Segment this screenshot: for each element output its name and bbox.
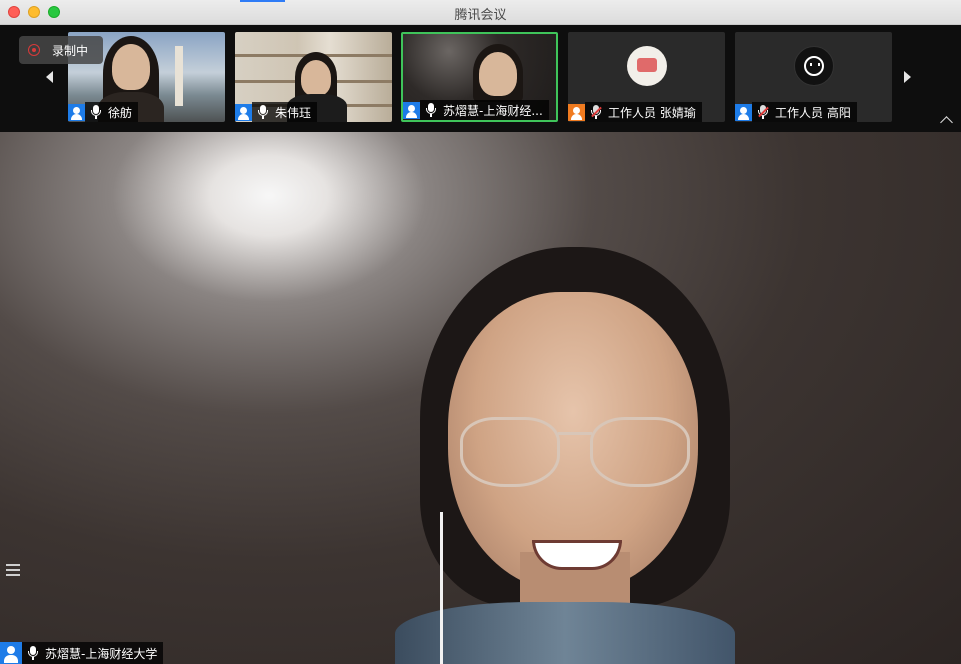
microphone-muted-icon bbox=[758, 105, 768, 119]
triangle-left-icon[interactable] bbox=[46, 71, 53, 83]
triangle-right-icon[interactable] bbox=[904, 71, 911, 83]
participant-tile[interactable]: 工作人员 张婧瑜 bbox=[568, 32, 725, 122]
glasses-bridge bbox=[558, 432, 592, 435]
participant-name: 苏熠慧-上海财经... bbox=[443, 103, 543, 118]
name-tag: 朱伟珏 bbox=[252, 102, 318, 122]
recording-badge[interactable]: 录制中 bbox=[19, 36, 103, 64]
glasses-lens bbox=[590, 417, 690, 487]
main-name-tag: 苏熠慧-上海财经大学 bbox=[0, 642, 164, 664]
microphone-icon bbox=[28, 646, 38, 660]
chevron-up-icon[interactable] bbox=[940, 116, 953, 129]
window-title-bar: 腾讯会议 bbox=[0, 0, 961, 25]
main-speaker-video: 苏熠慧-上海财经大学 bbox=[0, 132, 961, 664]
participant-tile[interactable]: 工作人员 高阳 bbox=[735, 32, 892, 122]
campanile-tower bbox=[175, 46, 183, 106]
user-icon bbox=[0, 642, 22, 664]
name-tag: 工作人员 高阳 bbox=[752, 102, 857, 122]
window-title: 腾讯会议 bbox=[454, 8, 507, 23]
name-tag: 苏熠慧-上海财经... bbox=[420, 100, 549, 120]
glasses-lens bbox=[460, 417, 560, 487]
cartoon-face-icon bbox=[804, 56, 824, 76]
participant-face bbox=[479, 52, 517, 96]
participant-name: 工作人员 高阳 bbox=[775, 105, 851, 120]
participant-name: 徐舫 bbox=[108, 105, 133, 120]
tile-footer: 朱伟珏 bbox=[235, 102, 318, 122]
record-icon bbox=[28, 44, 40, 56]
microphone-icon bbox=[426, 103, 436, 117]
microphone-muted-icon bbox=[591, 105, 601, 119]
participant-face bbox=[301, 60, 331, 96]
title-accent-bar bbox=[240, 0, 285, 2]
name-tag: 苏熠慧-上海财经大学 bbox=[22, 642, 164, 664]
participant-face bbox=[112, 44, 150, 90]
tile-footer: 工作人员 张婧瑜 bbox=[568, 102, 702, 122]
list-icon[interactable] bbox=[6, 563, 20, 577]
speaker-name: 苏熠慧-上海财经大学 bbox=[45, 646, 158, 661]
participant-strip: 录制中 徐舫 朱伟珏 苏熠慧-上海财经... 工作人员 张婧瑜 工作人员 高阳 bbox=[0, 25, 961, 132]
user-icon bbox=[735, 103, 752, 121]
name-tag: 徐舫 bbox=[85, 102, 139, 122]
cartoon-eyes bbox=[810, 63, 820, 66]
user-icon bbox=[403, 101, 420, 119]
tile-footer: 徐舫 bbox=[68, 102, 139, 122]
tile-footer: 苏熠慧-上海财经... bbox=[403, 100, 549, 120]
name-tag: 工作人员 张婧瑜 bbox=[585, 102, 702, 122]
participant-tile[interactable]: 朱伟珏 bbox=[235, 32, 392, 122]
user-icon bbox=[68, 103, 85, 121]
user-icon bbox=[235, 103, 252, 121]
speaker-shirt bbox=[395, 602, 735, 664]
user-icon bbox=[568, 103, 585, 121]
earphone-cable bbox=[440, 512, 443, 664]
fish-logo-icon bbox=[637, 58, 657, 72]
microphone-icon bbox=[258, 105, 268, 119]
participant-name: 工作人员 张婧瑜 bbox=[608, 105, 696, 120]
participant-name: 朱伟珏 bbox=[275, 105, 312, 120]
tile-footer: 工作人员 高阳 bbox=[735, 102, 857, 122]
recording-label: 录制中 bbox=[52, 44, 89, 58]
avatar bbox=[627, 46, 667, 86]
avatar bbox=[794, 46, 834, 86]
participant-tile-active[interactable]: 苏熠慧-上海财经... bbox=[401, 32, 558, 122]
microphone-icon bbox=[91, 105, 101, 119]
